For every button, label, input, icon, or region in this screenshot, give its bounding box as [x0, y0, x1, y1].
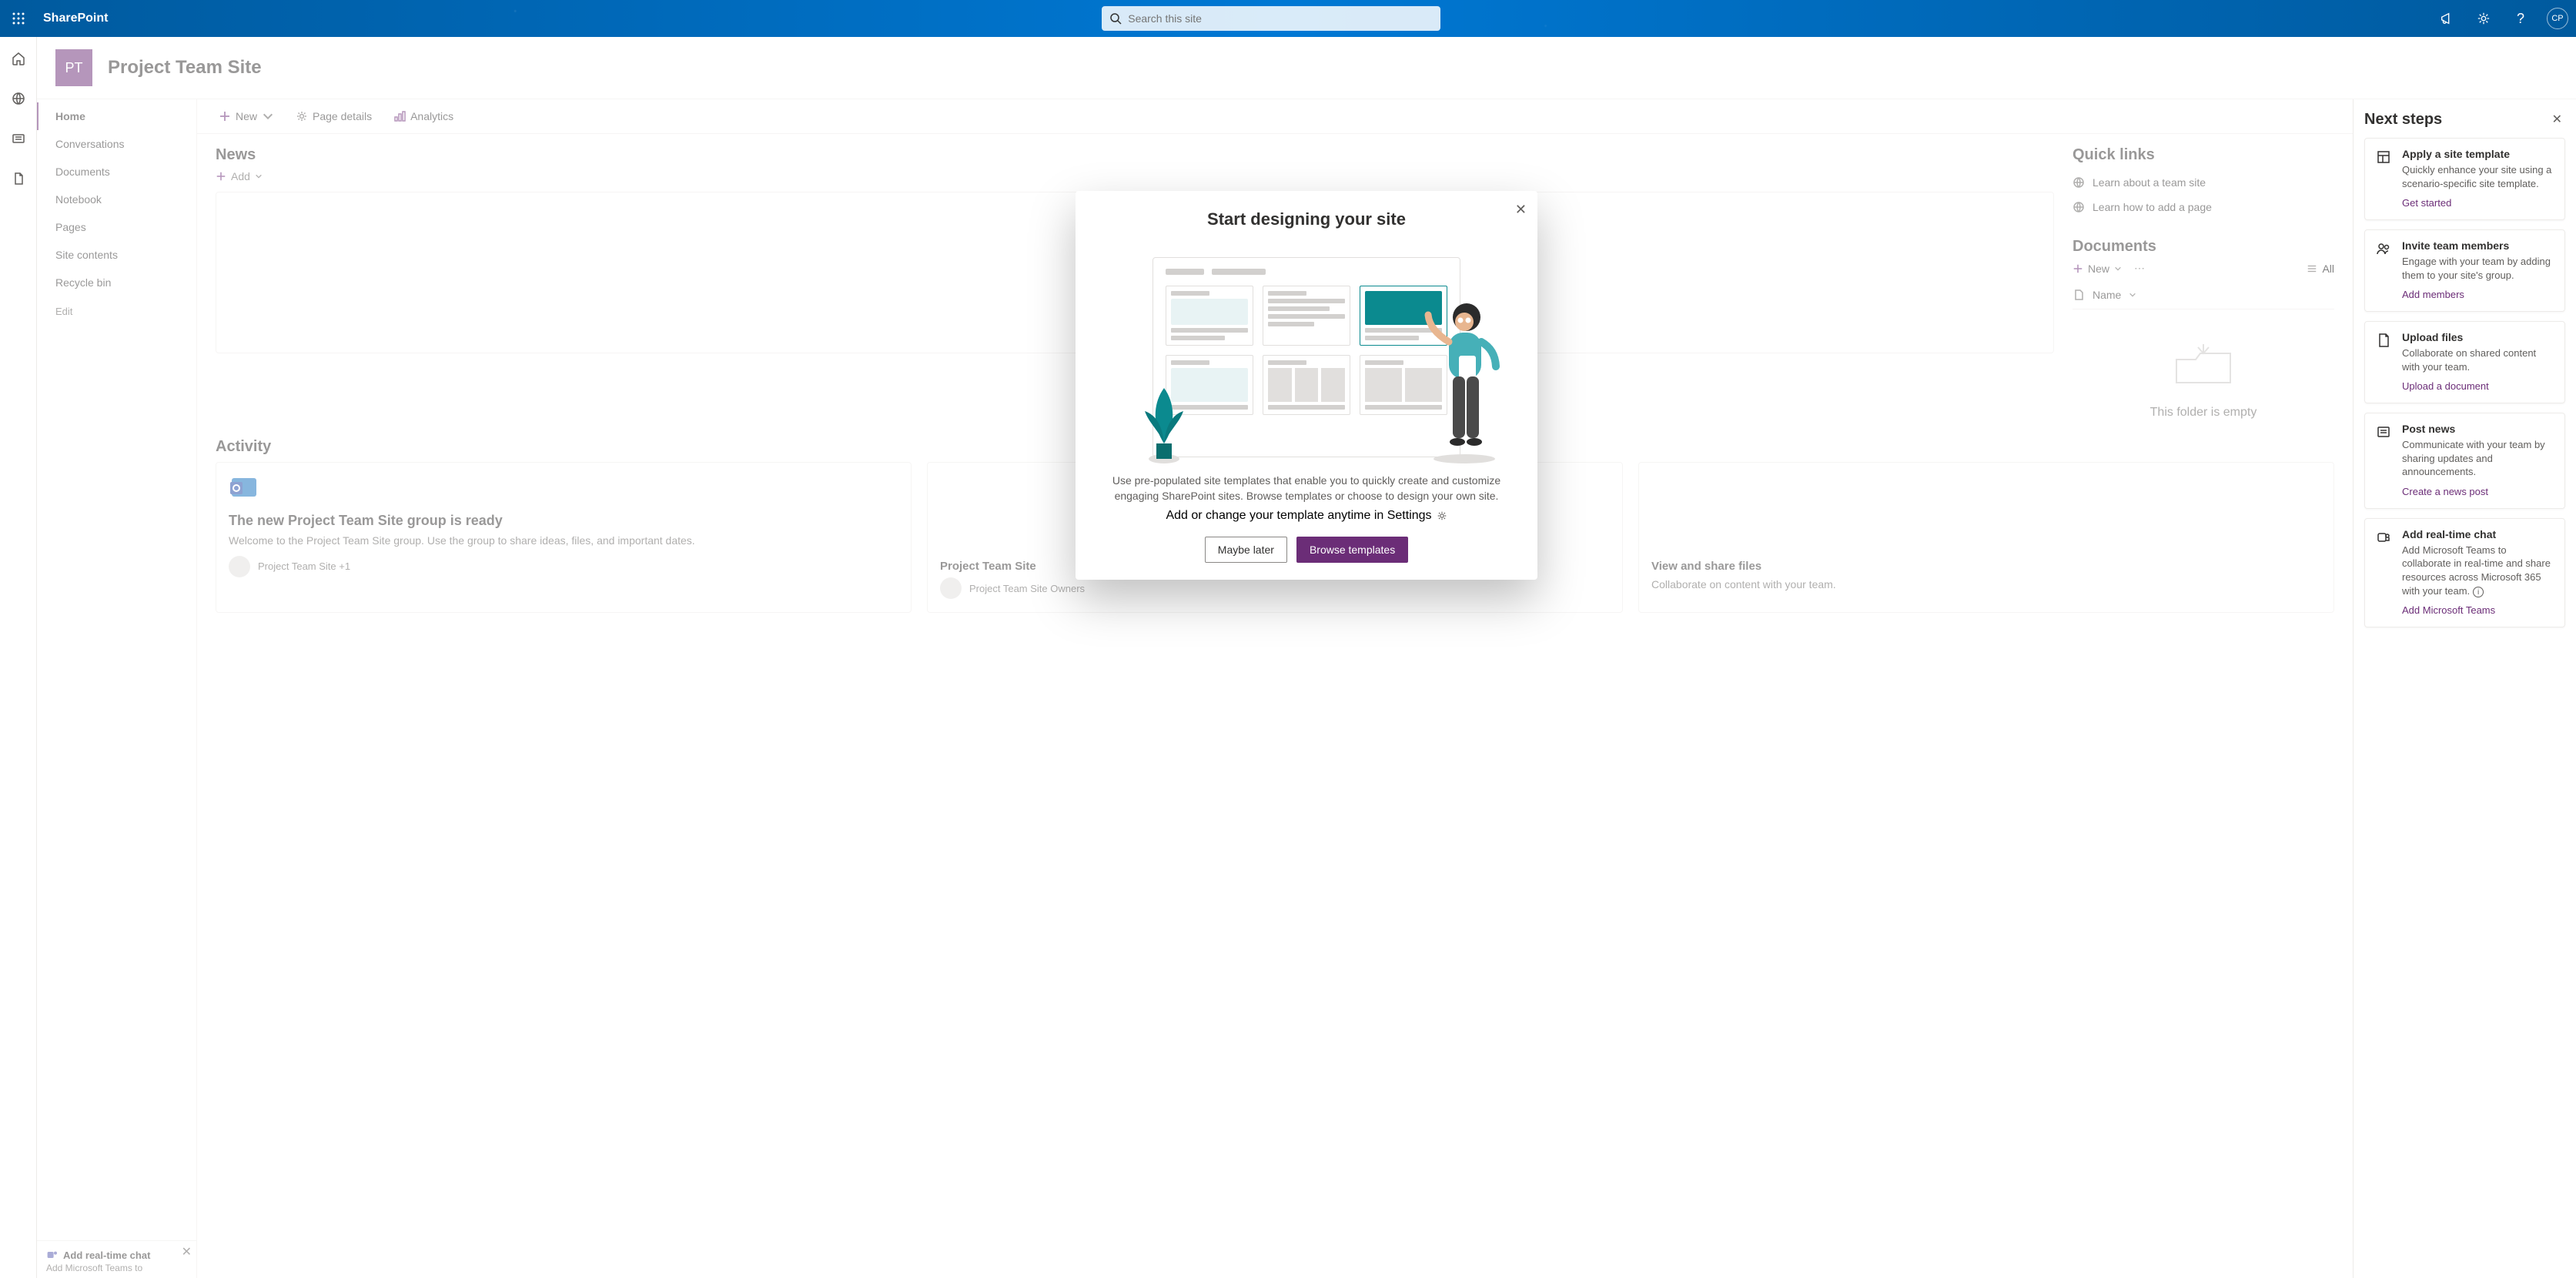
np-card-5-link[interactable]: Add Microsoft Teams	[2402, 604, 2495, 616]
rail-global[interactable]	[6, 86, 31, 111]
np-card-template: Apply a site template Quickly enhance yo…	[2364, 138, 2565, 220]
np-card-4-text: Communicate with your team by sharing up…	[2402, 438, 2555, 479]
np-card-3-title: Upload files	[2402, 331, 2555, 343]
np-card-3-text: Collaborate on shared content with your …	[2402, 346, 2555, 373]
np-card-2-title: Invite team members	[2402, 239, 2555, 252]
app-name[interactable]: SharePoint	[37, 12, 114, 25]
np-card-chat: Add real-time chat Add Microsoft Teams t…	[2364, 518, 2565, 627]
rail-home[interactable]	[6, 46, 31, 71]
rail-news[interactable]	[6, 126, 31, 151]
next-steps-close[interactable]: ✕	[2549, 109, 2565, 130]
gear-icon	[2477, 12, 2491, 25]
teams-icon	[2374, 528, 2393, 547]
modal-close[interactable]: ✕	[1515, 202, 1527, 218]
news-icon	[2374, 423, 2393, 441]
np-card-1-link[interactable]: Get started	[2402, 197, 2451, 209]
file-icon	[2374, 331, 2393, 350]
modal-title: Start designing your site	[1097, 209, 1516, 229]
info-icon[interactable]: i	[2473, 587, 2484, 597]
np-card-2-text: Engage with your team by adding them to …	[2402, 255, 2555, 282]
modal-browse-button[interactable]: Browse templates	[1296, 537, 1408, 563]
modal-body: Use pre-populated site templates that en…	[1097, 473, 1516, 504]
gear-icon	[1437, 510, 1447, 521]
modal-illustration	[1097, 242, 1516, 473]
next-steps-panel: Next steps ✕ Apply a site template Quick…	[2353, 99, 2576, 1278]
design-modal: ✕ Start designing your site	[1076, 191, 1537, 580]
np-card-5-text: Add Microsoft Teams to collaborate in re…	[2402, 544, 2555, 597]
modal-settings-line: Add or change your template anytime in S…	[1166, 509, 1431, 523]
close-icon: ✕	[1515, 202, 1527, 217]
np-card-1-title: Apply a site template	[2402, 148, 2555, 160]
np-card-invite: Invite team members Engage with your tea…	[2364, 229, 2565, 312]
megaphone-button[interactable]	[2428, 0, 2465, 37]
close-icon: ✕	[2552, 113, 2562, 126]
app-launcher[interactable]	[0, 0, 37, 37]
rail-files[interactable]	[6, 166, 31, 191]
next-steps-title: Next steps	[2364, 111, 2442, 129]
template-icon	[2374, 148, 2393, 166]
avatar: CP	[2547, 8, 2568, 29]
settings-button[interactable]	[2465, 0, 2502, 37]
np-card-3-link[interactable]: Upload a document	[2402, 380, 2489, 392]
modal-later-button[interactable]: Maybe later	[1205, 537, 1287, 563]
plant-illustration	[1137, 380, 1191, 465]
help-icon: ?	[2517, 11, 2524, 27]
np-card-1-text: Quickly enhance your site using a scenar…	[2402, 163, 2555, 190]
np-card-4-link[interactable]: Create a news post	[2402, 486, 2488, 497]
search-icon	[1109, 12, 1122, 25]
np-card-news: Post news Communicate with your team by …	[2364, 413, 2565, 509]
person-illustration	[1422, 296, 1507, 465]
megaphone-icon	[2440, 12, 2454, 25]
people-icon	[2374, 239, 2393, 258]
np-card-2-link[interactable]: Add members	[2402, 289, 2464, 300]
np-card-upload: Upload files Collaborate on shared conte…	[2364, 321, 2565, 403]
account-button[interactable]: CP	[2539, 0, 2576, 37]
np-card-5-title: Add real-time chat	[2402, 528, 2555, 540]
search-input[interactable]	[1128, 12, 1433, 25]
np-card-4-title: Post news	[2402, 423, 2555, 435]
help-button[interactable]: ?	[2502, 0, 2539, 37]
search-box[interactable]	[1102, 6, 1440, 31]
app-rail	[0, 37, 37, 1278]
suite-bar: SharePoint ? CP	[0, 0, 2576, 37]
